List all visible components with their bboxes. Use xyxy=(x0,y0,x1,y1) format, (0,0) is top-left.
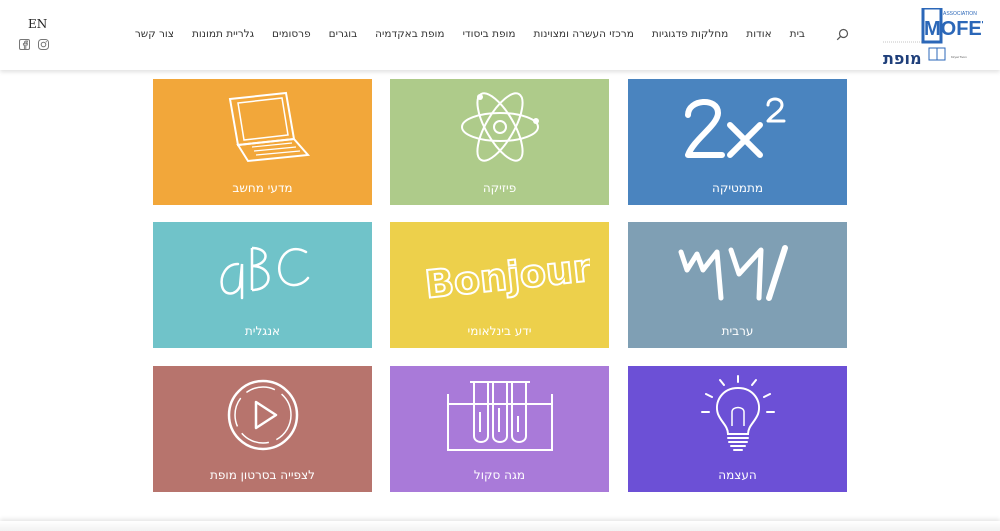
nav-item-mofet-academy[interactable]: מופת באקדמיה xyxy=(366,28,453,40)
tile-label: לצפייה בסרטון מופת xyxy=(210,468,315,482)
tile-arabic[interactable]: ערבית xyxy=(628,222,847,348)
facebook-icon[interactable] xyxy=(19,39,30,50)
mofet-logo[interactable]: ASSOCIATION MOFET מופת Kiryat Tivon xyxy=(883,6,994,68)
arabic-numerals-icon xyxy=(678,245,788,301)
test-tubes-icon xyxy=(446,381,553,451)
nav-item-about[interactable]: אודות xyxy=(737,28,780,40)
nav-item-enrichment-centers[interactable]: מרכזי העשרה ומצוינות xyxy=(525,28,643,40)
tile-empowerment[interactable]: העצמה xyxy=(628,366,847,492)
abc-icon xyxy=(219,246,309,300)
math-2x2-icon xyxy=(684,97,785,158)
nav-item-home[interactable]: בית xyxy=(781,28,814,40)
svg-text:מופת: מופת xyxy=(883,49,922,66)
main-nav: בית אודות מחלקות פדגוגיות מרכזי העשרה ומ… xyxy=(126,28,814,40)
svg-text:Bonjour!: Bonjour! xyxy=(422,244,589,307)
tile-label: מדעי מחשב xyxy=(232,181,293,195)
tile-label: מתמטיקה xyxy=(711,181,763,195)
svg-text:Kiryat Tivon: Kiryat Tivon xyxy=(951,55,967,59)
tile-physics[interactable]: פיזיקה xyxy=(390,79,609,205)
search-icon[interactable] xyxy=(836,26,849,45)
tile-label: ערבית xyxy=(721,324,754,338)
footer-edge xyxy=(0,521,1000,531)
lightbulb-icon xyxy=(700,375,775,451)
tile-label: פיזיקה xyxy=(482,181,517,195)
tile-international[interactable]: Bonjour! ידע בינלאומי xyxy=(390,222,609,348)
tile-mofet-video[interactable]: לצפייה בסרטון מופת xyxy=(153,366,372,492)
nav-item-contact[interactable]: צור קשר xyxy=(126,28,183,40)
language-switch[interactable]: EN xyxy=(28,17,47,31)
nav-item-publications[interactable]: פרסומים xyxy=(263,28,320,40)
tile-label: העצמה xyxy=(718,468,757,482)
instagram-icon[interactable] xyxy=(38,39,49,50)
tile-computer-science[interactable]: מדעי מחשב xyxy=(153,79,372,205)
tile-label: אנגלית xyxy=(244,324,281,338)
bonjour-icon: Bonjour! xyxy=(421,243,589,308)
social-links xyxy=(19,39,49,50)
tile-english[interactable]: אנגלית xyxy=(153,222,372,348)
tile-math[interactable]: מתמטיקה xyxy=(628,79,847,205)
tile-mega-school[interactable]: מגה סקול xyxy=(390,366,609,492)
play-video-icon xyxy=(227,379,298,451)
tile-label: ידע בינלאומי xyxy=(467,324,532,338)
svg-text:MOFET: MOFET xyxy=(924,18,983,40)
atom-icon xyxy=(460,92,539,162)
nav-item-alumni[interactable]: בוגרים xyxy=(320,28,367,40)
site-header: EN בית אודות מחלקות פדגוגיות מרכזי העשרה… xyxy=(0,0,1000,70)
svg-text:ASSOCIATION: ASSOCIATION xyxy=(943,11,977,17)
nav-item-pedagogical-departments[interactable]: מחלקות פדגוגיות xyxy=(643,28,737,40)
laptop-icon xyxy=(228,91,310,163)
tile-label: מגה סקול xyxy=(473,468,526,482)
subjects-grid: מדעי מחשב פיזיקה מתמטיקה אנגלית Bonjour!… xyxy=(153,79,847,492)
nav-item-mofet-elementary[interactable]: מופת ביסודי xyxy=(454,28,525,40)
nav-item-gallery[interactable]: גלריית תמונות xyxy=(183,28,263,40)
